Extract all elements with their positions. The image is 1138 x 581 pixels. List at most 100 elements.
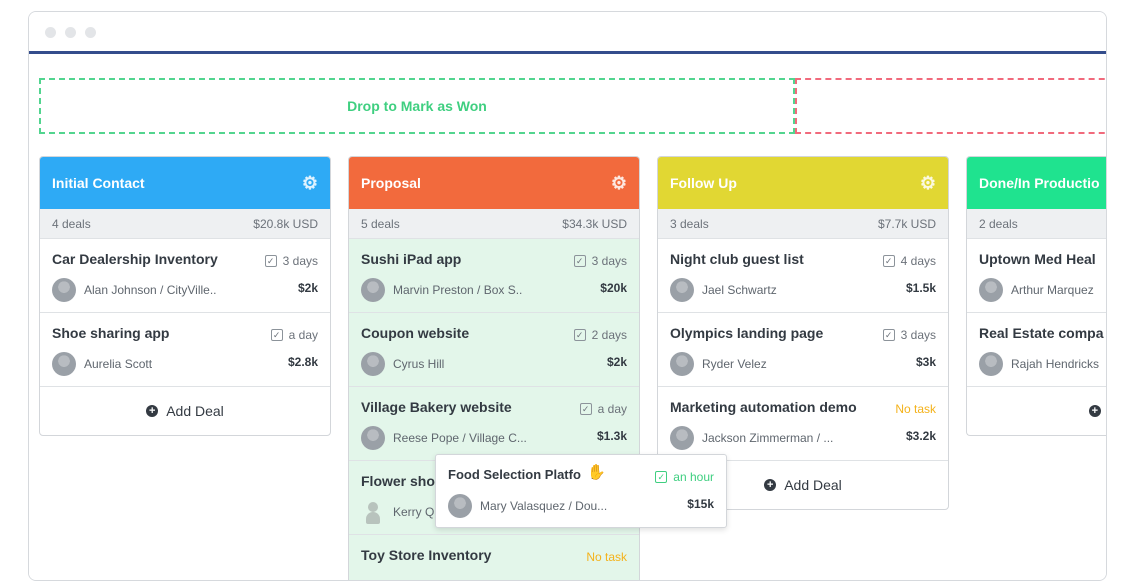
- deal-person: Mary Valasquez / Dou...: [448, 494, 607, 518]
- avatar: [448, 494, 472, 518]
- checkbox-icon[interactable]: ✓: [882, 329, 895, 341]
- avatar: [670, 278, 694, 302]
- deal-card[interactable]: Shoe sharing app ✓ a day Aurelia Scott $2…: [40, 313, 330, 387]
- stage-column-initial-contact: Initial Contact ⚙ 4 deals $20.8k USD Car…: [39, 156, 331, 436]
- deal-amount: $2.8k: [287, 355, 318, 369]
- deal-person: Ryder Velez: [670, 352, 767, 376]
- deal-card[interactable]: Uptown Med Heal Arthur Marquez: [967, 239, 1106, 313]
- stage-summary: 4 deals $20.8k USD: [40, 209, 330, 239]
- deal-person: Rajah Hendricks: [979, 352, 1099, 376]
- window-minimize-dot[interactable]: [65, 27, 76, 38]
- deal-card[interactable]: Olympics landing page ✓ 3 days Ryder Vele…: [658, 313, 948, 387]
- avatar: [52, 278, 76, 302]
- checkbox-icon[interactable]: ✓: [264, 255, 277, 267]
- deal-card[interactable]: Night club guest list ✓ 4 days Jael Schwa…: [658, 239, 948, 313]
- deal-count: 2 deals: [979, 216, 1018, 231]
- stage-header: Proposal ⚙: [349, 157, 639, 209]
- stage-total: $20.8k USD: [253, 216, 318, 231]
- stage-title: Done/In Productio: [979, 175, 1100, 191]
- deal-person: Marvin Preston / Box S..: [361, 278, 522, 302]
- deal-person: Cyrus Hill: [361, 352, 444, 376]
- deal-card[interactable]: Toy Store Inventory No task: [349, 535, 639, 580]
- grab-cursor-icon: ✋: [587, 464, 606, 481]
- checkbox-icon[interactable]: ✓: [270, 329, 283, 341]
- deal-title: Real Estate compa: [979, 325, 1104, 341]
- avatar: [670, 426, 694, 450]
- window-close-dot[interactable]: [45, 27, 56, 38]
- drop-zone-lost[interactable]: D: [795, 78, 1106, 134]
- app-window: Drop to Mark as Won D Initial Contact ⚙ …: [28, 11, 1107, 581]
- avatar: [361, 278, 385, 302]
- stage-header: Follow Up ⚙: [658, 157, 948, 209]
- stage-summary: 5 deals $34.3k USD: [349, 209, 639, 239]
- checkbox-icon[interactable]: ✓: [655, 471, 668, 483]
- add-deal-label: Add Deal: [166, 403, 224, 419]
- window-maximize-dot[interactable]: [85, 27, 96, 38]
- deal-amount: $1.5k: [905, 281, 936, 295]
- deal-due: ✓ 4 days: [882, 254, 936, 268]
- deal-person: Kerry Q: [361, 500, 434, 524]
- drop-zone-won[interactable]: Drop to Mark as Won: [39, 78, 795, 134]
- stage-total: $7.7k USD: [877, 216, 936, 231]
- avatar: [361, 500, 385, 524]
- deal-due: No task: [895, 402, 936, 416]
- deal-card[interactable]: Village Bakery website ✓ a day Reese Pope…: [349, 387, 639, 461]
- deal-count: 3 deals: [670, 216, 709, 231]
- add-deal-label: Add Deal: [784, 477, 842, 493]
- checkbox-icon[interactable]: ✓: [573, 329, 586, 341]
- checkbox-icon[interactable]: ✓: [579, 403, 592, 415]
- stage-title: Initial Contact: [52, 175, 145, 191]
- add-deal-button[interactable]: + Add Deal: [40, 387, 330, 435]
- stage-summary: 2 deals: [967, 209, 1106, 239]
- deal-person: Aurelia Scott: [52, 352, 152, 376]
- deal-card[interactable]: Marketing automation demo No task Jackso…: [658, 387, 948, 461]
- title-bar: [29, 12, 1106, 54]
- plus-icon: +: [146, 405, 159, 417]
- gear-icon[interactable]: ⚙: [611, 173, 627, 194]
- stage-column-done: Done/In Productio 2 deals Uptown Med Hea…: [966, 156, 1106, 436]
- deal-card[interactable]: Sushi iPad app ✓ 3 days Marvin Preston / …: [349, 239, 639, 313]
- deal-person: Jackson Zimmerman / ...: [670, 426, 833, 450]
- deal-card[interactable]: Car Dealership Inventory ✓ 3 days Alan Jo…: [40, 239, 330, 313]
- deal-amount: $1.3k: [596, 429, 627, 443]
- deal-person: Alan Johnson / CityVille..: [52, 278, 217, 302]
- deal-title: Uptown Med Heal: [979, 251, 1096, 267]
- pipeline-board: Drop to Mark as Won D Initial Contact ⚙ …: [29, 57, 1106, 580]
- deal-count: 5 deals: [361, 216, 400, 231]
- stage-header: Done/In Productio: [967, 157, 1106, 209]
- stage-title: Proposal: [361, 175, 421, 191]
- deal-amount: $15k: [687, 497, 714, 511]
- checkbox-icon[interactable]: ✓: [573, 255, 586, 267]
- deal-card[interactable]: Real Estate compa Rajah Hendricks: [967, 313, 1106, 387]
- dragging-deal-card[interactable]: Food Selection Platfo n ✋ ✓ an hour Mary V…: [435, 454, 727, 528]
- avatar: [361, 426, 385, 450]
- deal-due: ✓ 3 days: [882, 328, 936, 342]
- avatar: [670, 352, 694, 376]
- plus-icon: +: [764, 479, 777, 491]
- plus-icon: +: [1088, 405, 1101, 417]
- avatar: [361, 352, 385, 376]
- deal-amount: $2k: [606, 355, 627, 369]
- drop-zone-won-label: Drop to Mark as Won: [347, 98, 487, 114]
- deal-due: ✓ a day: [270, 328, 318, 342]
- deal-card[interactable]: Coupon website ✓ 2 days Cyrus Hill $2k: [349, 313, 639, 387]
- checkbox-icon[interactable]: ✓: [882, 255, 895, 267]
- deal-amount: $20k: [600, 281, 627, 295]
- deal-person: Arthur Marquez: [979, 278, 1094, 302]
- avatar: [52, 352, 76, 376]
- add-deal-button[interactable]: + Ad: [967, 387, 1106, 435]
- deal-due: ✓ 3 days: [264, 254, 318, 268]
- stage-title: Follow Up: [670, 175, 737, 191]
- avatar: [979, 278, 1003, 302]
- deal-due: ✓ an hour: [655, 470, 714, 484]
- stage-header: Initial Contact ⚙: [40, 157, 330, 209]
- gear-icon[interactable]: ⚙: [302, 173, 318, 194]
- deal-person: Jael Schwartz: [670, 278, 777, 302]
- stage-summary: 3 deals $7.7k USD: [658, 209, 948, 239]
- deal-due: ✓ a day: [579, 402, 627, 416]
- deal-person: Reese Pope / Village C...: [361, 426, 527, 450]
- deal-amount: $2k: [297, 281, 318, 295]
- deal-amount: $3k: [915, 355, 936, 369]
- gear-icon[interactable]: ⚙: [920, 173, 936, 194]
- deal-due: ✓ 3 days: [573, 254, 627, 268]
